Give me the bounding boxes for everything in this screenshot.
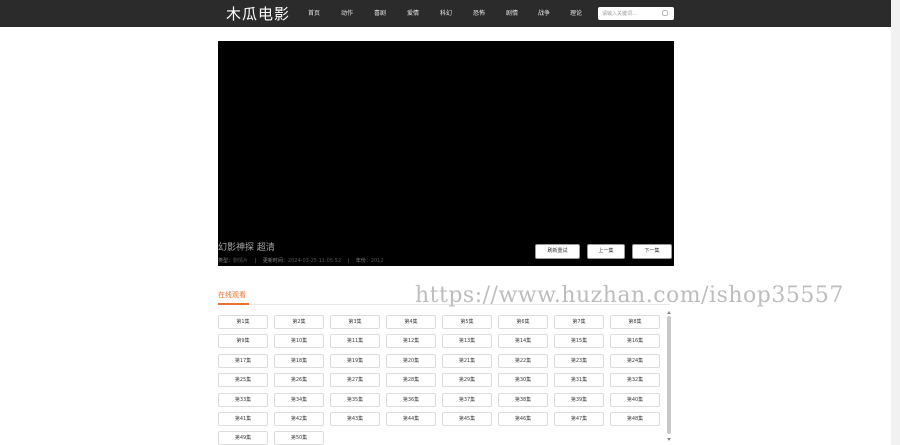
episode-button[interactable]: 第8集 (610, 315, 660, 329)
search-box (598, 7, 674, 20)
episode-button[interactable]: 第39集 (554, 392, 604, 407)
nav-item-drama[interactable]: 剧情 (506, 0, 518, 27)
episode-button[interactable]: 第47集 (554, 412, 604, 426)
nav-item-war[interactable]: 战争 (538, 0, 550, 27)
watermark-text: https://www.huzhan.com/ishop35557 (415, 283, 844, 308)
section-title-underline (218, 303, 249, 305)
site-logo[interactable]: 木瓜电影 (226, 4, 290, 24)
episode-button[interactable]: 第21集 (442, 353, 492, 368)
episode-button[interactable]: 第26集 (274, 373, 324, 388)
update-time-value: 2024-03-25 11:05:52 (287, 258, 342, 264)
episode-button[interactable]: 第12集 (386, 334, 436, 349)
episode-button[interactable]: 第46集 (498, 412, 548, 426)
nav-item-scifi[interactable]: 科幻 (440, 0, 452, 27)
episode-button[interactable]: 第34集 (274, 392, 324, 407)
episode-button[interactable]: 第11集 (330, 334, 380, 349)
episode-button[interactable]: 第42集 (274, 412, 324, 426)
episode-button[interactable]: 第2集 (274, 315, 324, 329)
episode-button[interactable]: 第13集 (442, 334, 492, 349)
episode-button[interactable]: 第33集 (218, 392, 268, 407)
nav-item-comedy[interactable]: 喜剧 (374, 0, 386, 27)
episode-button[interactable]: 第36集 (386, 392, 436, 407)
episode-button[interactable]: 第18集 (274, 353, 324, 368)
episode-button[interactable]: 第45集 (442, 412, 492, 426)
episode-button[interactable]: 第1集 (218, 315, 268, 329)
refresh-retry-button[interactable]: 刷新重试 (535, 244, 580, 259)
episode-button[interactable]: 第48集 (610, 412, 660, 426)
scroll-thumb[interactable] (667, 316, 671, 434)
year-value: 2012 (370, 258, 384, 264)
episode-button[interactable]: 第31集 (554, 373, 604, 388)
episode-list: 第1集 第2集 第3集 第4集 第5集 第6集 第7集 第8集 第9集 第10集 第11集 第12集第… (218, 315, 668, 445)
episode-button[interactable]: 第37集 (442, 392, 492, 407)
episode-button[interactable]: 第30集 (498, 373, 548, 388)
episode-button[interactable]: 第40集 (610, 392, 660, 407)
episode-button[interactable]: 第3集 (330, 315, 380, 329)
type-label: 类型： (218, 258, 234, 264)
episode-button[interactable]: 第10集 (274, 334, 324, 349)
scroll-up-arrow-icon[interactable] (667, 311, 671, 314)
episode-button[interactable]: 第7集 (554, 315, 604, 329)
episode-button[interactable]: 第14集 (498, 334, 548, 349)
episode-button[interactable]: 第16集 (610, 334, 660, 349)
nav-item-action[interactable]: 动作 (341, 0, 353, 27)
episode-button[interactable]: 第35集 (330, 392, 380, 407)
episode-button[interactable]: 第28集 (386, 373, 436, 388)
episode-button[interactable]: 第19集 (330, 353, 380, 368)
previous-episode-button[interactable]: 上一集 (587, 244, 625, 259)
top-navigation-bar: 木瓜电影 首页 动作 喜剧 爱情 科幻 恐怖 剧情 战争 理论 (0, 0, 891, 27)
video-meta: 类型：剧情片 | 更新时间：2024-03-25 11:05:52 | 年份：2… (218, 257, 384, 264)
nav-item-home[interactable]: 首页 (308, 0, 320, 27)
episode-button[interactable]: 第6集 (498, 315, 548, 329)
episode-button[interactable]: 第17集 (218, 353, 268, 368)
episode-button[interactable]: 第38集 (498, 392, 548, 407)
video-title: 幻影神探 超清 (218, 243, 275, 253)
episode-button[interactable]: 第43集 (330, 412, 380, 426)
episode-button[interactable]: 第23集 (554, 353, 604, 368)
scroll-down-arrow-icon[interactable] (667, 438, 671, 441)
nav-item-romance[interactable]: 爱情 (407, 0, 419, 27)
episode-button[interactable]: 第29集 (442, 373, 492, 388)
episode-button[interactable]: 第44集 (386, 412, 436, 426)
year-label: 年份： (355, 258, 371, 264)
episode-button[interactable]: 第15集 (554, 334, 604, 349)
section-title-online-watch: 在线观看 (218, 291, 246, 299)
nav-item-theory[interactable]: 理论 (570, 0, 582, 27)
episode-button[interactable]: 第5集 (442, 315, 492, 329)
search-input[interactable] (598, 7, 662, 20)
type-value: 剧情片 (233, 258, 249, 264)
nav-item-horror[interactable]: 恐怖 (473, 0, 485, 27)
search-icon[interactable] (662, 10, 668, 16)
episode-button[interactable]: 第9集 (218, 334, 268, 349)
episode-button[interactable]: 第22集 (498, 353, 548, 368)
page-scrollbar[interactable] (891, 0, 900, 445)
episode-list-scrollbar[interactable] (666, 311, 672, 443)
episode-button[interactable]: 第41集 (218, 412, 268, 426)
episode-button[interactable]: 第4集 (386, 315, 436, 329)
episode-button[interactable]: 第32集 (610, 373, 660, 388)
meta-separator: | (347, 258, 350, 264)
episode-button[interactable]: 第49集 (218, 431, 268, 445)
update-time-label: 更新时间： (262, 258, 288, 264)
episode-button[interactable]: 第27集 (330, 373, 380, 388)
episode-button[interactable]: 第50集 (274, 431, 324, 445)
episode-button[interactable]: 第25集 (218, 373, 268, 388)
next-episode-button[interactable]: 下一集 (632, 244, 672, 259)
episode-button[interactable]: 第20集 (386, 353, 436, 368)
meta-separator: | (254, 258, 257, 264)
video-player[interactable]: 幻影神探 超清 类型：剧情片 | 更新时间：2024-03-25 11:05:5… (218, 41, 674, 266)
episode-button[interactable]: 第24集 (610, 353, 660, 368)
